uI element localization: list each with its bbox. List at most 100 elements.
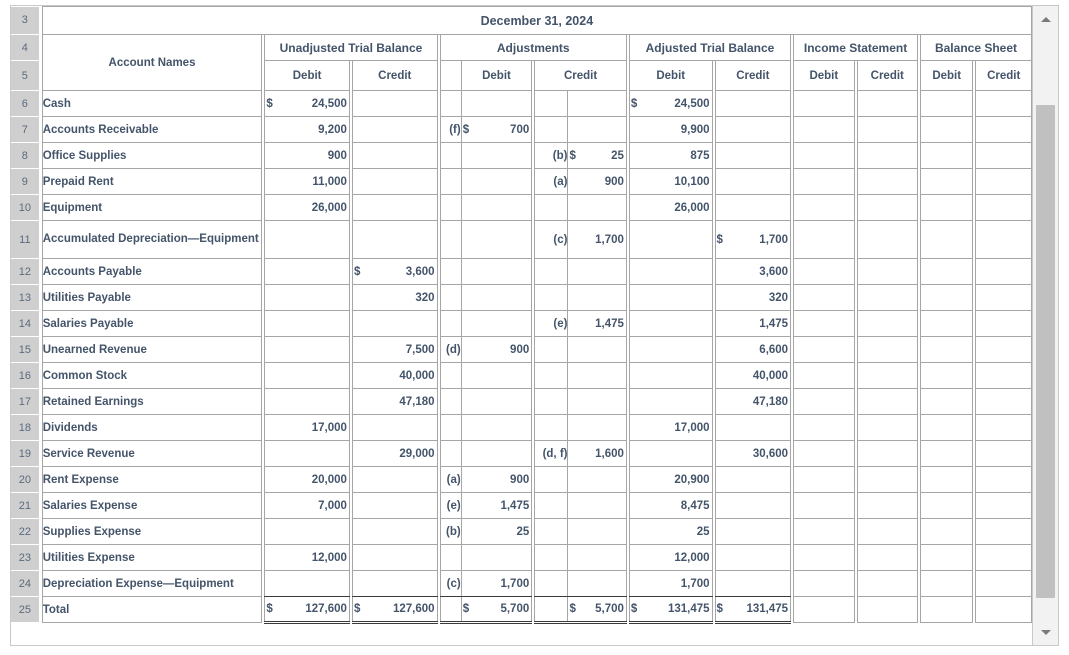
cell-adjustment-debit-ref[interactable]: (a) (439, 466, 462, 493)
cell-adjustment-debit-ref[interactable] (439, 596, 462, 624)
row-header-25[interactable]: 25 (11, 596, 40, 623)
account-name-cell[interactable]: Unearned Revenue (41, 336, 263, 363)
cell-income-credit[interactable] (856, 518, 918, 545)
cell-adjustment-credit-ref[interactable] (534, 570, 569, 597)
cell-unadjusted-debit[interactable] (264, 440, 350, 467)
cell-income-credit[interactable] (856, 414, 918, 441)
cell-adjusted-credit[interactable] (714, 414, 792, 441)
cell-balance-debit[interactable] (919, 194, 974, 221)
cell-adjustment-debit-ref[interactable] (439, 90, 462, 117)
cell-income-debit[interactable] (793, 90, 855, 117)
cell-income-credit[interactable] (856, 596, 918, 623)
cell-adjustment-credit-ref[interactable]: (c) (534, 220, 569, 259)
cell-adjusted-debit[interactable]: $24,500 (628, 90, 713, 117)
cell-unadjusted-debit[interactable] (264, 284, 350, 311)
cell-adjusted-credit[interactable] (714, 492, 792, 519)
account-name-cell[interactable]: Equipment (41, 194, 263, 221)
account-name-cell[interactable]: Cash (41, 90, 263, 117)
cell-unadjusted-debit[interactable] (264, 570, 350, 597)
row-header-10[interactable]: 10 (11, 194, 40, 221)
cell-income-credit[interactable] (856, 440, 918, 467)
cell-balance-debit[interactable] (919, 596, 974, 623)
cell-adjusted-credit[interactable]: 6,600 (714, 336, 792, 363)
cell-adjusted-credit[interactable] (714, 194, 792, 221)
cell-income-credit[interactable] (856, 90, 918, 117)
cell-income-debit[interactable] (793, 142, 855, 169)
row-header-16[interactable]: 16 (11, 362, 40, 389)
cell-adjustment-debit-ref[interactable]: (e) (439, 492, 462, 519)
cell-adjustment-credit-ref[interactable] (534, 518, 569, 545)
worksheet-grid-area[interactable]: 3 December 31, 2024 4 Account Names Unad… (11, 6, 1032, 645)
cell-adjustment-debit[interactable]: 900 (460, 336, 533, 363)
cell-adjustment-credit[interactable] (567, 570, 627, 597)
cell-adjusted-debit[interactable]: 8,475 (628, 492, 713, 519)
account-name-cell[interactable]: Accounts Payable (41, 258, 263, 285)
cell-unadjusted-debit[interactable] (264, 258, 350, 285)
cell-unadjusted-debit[interactable]: 26,000 (264, 194, 350, 221)
cell-balance-debit[interactable] (919, 258, 974, 285)
cell-income-debit[interactable] (793, 194, 855, 221)
cell-balance-credit[interactable] (975, 220, 1032, 259)
cell-adjustment-credit-ref[interactable] (534, 90, 569, 117)
cell-adjustment-debit[interactable]: 1,700 (460, 570, 533, 597)
cell-adjusted-debit[interactable] (628, 336, 713, 363)
cell-balance-credit[interactable] (975, 466, 1032, 493)
cell-adjusted-credit[interactable] (714, 142, 792, 169)
cell-adjustment-debit-ref[interactable] (439, 142, 462, 169)
cell-adjustment-debit[interactable]: $700 (460, 116, 533, 143)
cell-adjustment-credit[interactable] (567, 414, 627, 441)
account-name-cell[interactable]: Office Supplies (41, 142, 263, 169)
cell-balance-credit[interactable] (975, 440, 1032, 467)
cell-unadjusted-credit[interactable] (351, 414, 438, 441)
cell-adjusted-credit[interactable]: 30,600 (714, 440, 792, 467)
cell-adjustment-debit-ref[interactable] (439, 440, 462, 467)
scrollbar-thumb[interactable] (1036, 105, 1055, 598)
row-header-8[interactable]: 8 (11, 142, 40, 169)
cell-balance-credit[interactable] (975, 116, 1032, 143)
account-name-cell[interactable]: Service Revenue (41, 440, 263, 467)
cell-balance-debit[interactable] (919, 440, 974, 467)
cell-unadjusted-debit[interactable]: $24,500 (264, 90, 350, 117)
cell-unadjusted-debit[interactable] (264, 362, 350, 389)
cell-income-debit[interactable] (793, 414, 855, 441)
cell-unadjusted-credit[interactable] (351, 466, 438, 493)
cell-unadjusted-credit[interactable] (351, 168, 438, 195)
row-header-11[interactable]: 11 (11, 220, 40, 259)
cell-adjustment-credit-ref[interactable] (534, 414, 569, 441)
cell-balance-credit[interactable] (975, 596, 1032, 623)
cell-unadjusted-debit[interactable]: 9,200 (264, 116, 350, 143)
cell-adjusted-debit[interactable]: 26,000 (628, 194, 713, 221)
cell-adjustment-debit[interactable] (460, 194, 533, 221)
account-name-cell[interactable]: Prepaid Rent (41, 168, 263, 195)
cell-adjusted-credit[interactable]: 3,600 (714, 258, 792, 285)
cell-adjusted-debit[interactable]: 17,000 (628, 414, 713, 441)
cell-income-credit[interactable] (856, 258, 918, 285)
vertical-scrollbar[interactable] (1032, 6, 1058, 645)
row-header-22[interactable]: 22 (11, 518, 40, 545)
cell-balance-credit[interactable] (975, 284, 1032, 311)
cell-adjusted-credit[interactable] (714, 518, 792, 545)
cell-adjusted-debit[interactable]: 9,900 (628, 116, 713, 143)
cell-unadjusted-credit[interactable]: 7,500 (351, 336, 438, 363)
cell-adjusted-debit[interactable] (628, 284, 713, 311)
cell-adjustment-debit-ref[interactable] (439, 194, 462, 221)
cell-income-debit[interactable] (793, 544, 855, 571)
cell-adjustment-debit[interactable] (460, 220, 533, 259)
row-header-21[interactable]: 21 (11, 492, 40, 519)
cell-adjustment-credit[interactable] (567, 492, 627, 519)
cell-balance-debit[interactable] (919, 466, 974, 493)
cell-adjustment-credit[interactable] (567, 284, 627, 311)
row-header-5[interactable]: 5 (11, 60, 40, 91)
cell-adjustment-debit-ref[interactable] (439, 310, 462, 337)
cell-adjustment-debit-ref[interactable] (439, 388, 462, 415)
cell-income-credit[interactable] (856, 570, 918, 597)
cell-unadjusted-debit[interactable]: 17,000 (264, 414, 350, 441)
cell-adjustment-debit[interactable] (460, 258, 533, 285)
row-header-13[interactable]: 13 (11, 284, 40, 311)
cell-adjustment-credit-ref[interactable]: (d, f) (534, 440, 569, 467)
account-name-cell[interactable]: Retained Earnings (41, 388, 263, 415)
cell-adjustment-debit[interactable] (460, 284, 533, 311)
cell-balance-debit[interactable] (919, 284, 974, 311)
cell-adjusted-credit[interactable] (714, 90, 792, 117)
cell-adjustment-debit-ref[interactable] (439, 168, 462, 195)
